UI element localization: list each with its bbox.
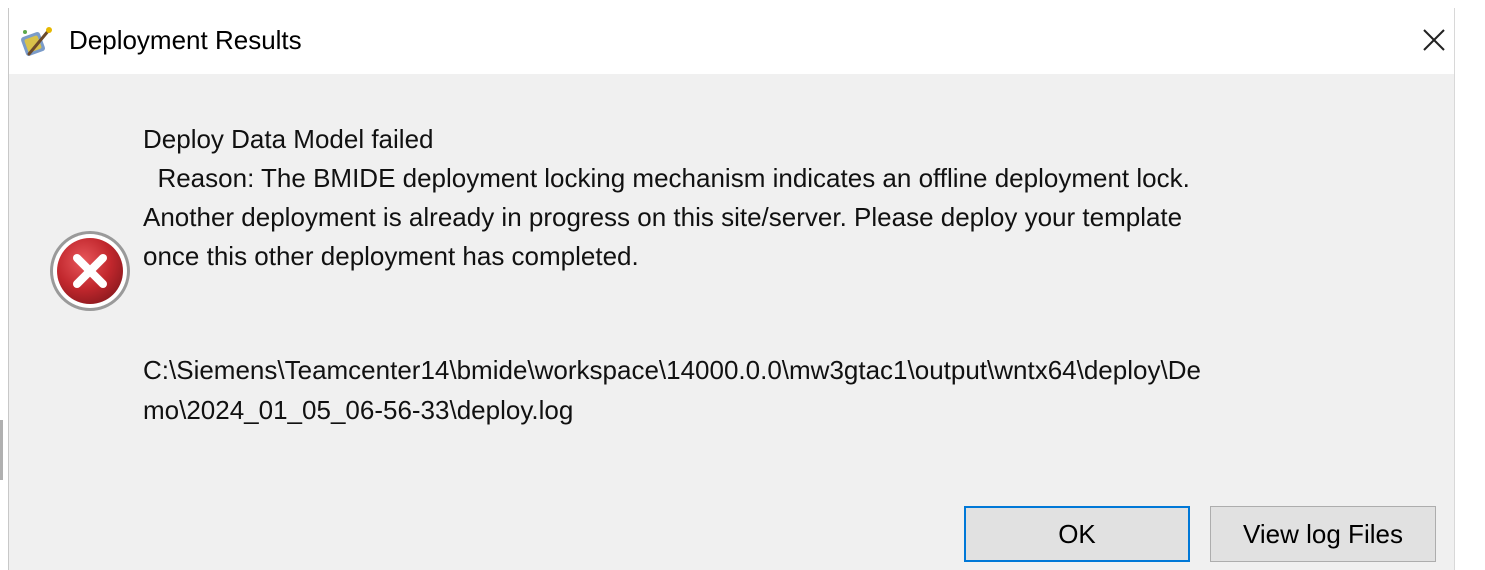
title-bar[interactable]: Deployment Results xyxy=(9,8,1454,74)
log-path-line: C:\Siemens\Teamcenter14\bmide\workspace\… xyxy=(143,355,1201,385)
log-path-line: mo\2024_01_05_06-56-33\deploy.log xyxy=(143,395,574,425)
log-file-path: C:\Siemens\Teamcenter14\bmide\workspace\… xyxy=(143,350,1413,430)
message-line: once this other deployment has completed… xyxy=(143,241,639,271)
bmide-wand-icon xyxy=(21,27,52,56)
ok-button[interactable]: OK xyxy=(964,506,1190,562)
view-log-files-button[interactable]: View log Files xyxy=(1210,506,1436,562)
window-edge xyxy=(0,420,3,480)
error-message: Deploy Data Model failed Reason: The BMI… xyxy=(143,120,1413,276)
message-line: Another deployment is already in progres… xyxy=(143,202,1183,232)
message-line: Reason: The BMIDE deployment locking mec… xyxy=(143,163,1190,193)
window-title: Deployment Results xyxy=(69,25,302,55)
message-line: Deploy Data Model failed xyxy=(143,124,434,154)
close-button[interactable] xyxy=(1414,16,1454,64)
deployment-results-dialog: Deployment Results Deploy Data Model fai… xyxy=(8,8,1455,570)
error-icon xyxy=(50,231,130,311)
close-icon xyxy=(1423,29,1445,51)
